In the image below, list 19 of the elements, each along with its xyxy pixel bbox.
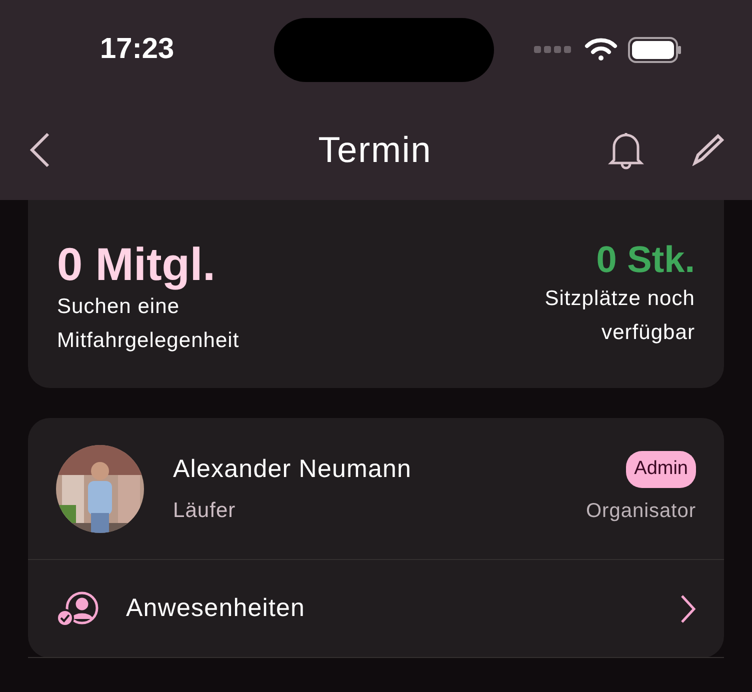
badge-caption: Organisator [586, 498, 696, 524]
organizer-role: Läufer [173, 498, 237, 524]
chevron-right-icon [680, 594, 696, 624]
back-button[interactable] [28, 132, 52, 168]
bell-button[interactable] [608, 130, 644, 170]
menu-row[interactable]: Anwesenheiten [28, 560, 724, 658]
members-count: 0 Mitgl. [57, 238, 216, 290]
status-time: 17:23 [100, 32, 174, 68]
nav-title: Termin [317, 128, 433, 172]
signal-icon [534, 46, 574, 54]
admin-badge: Admin [626, 451, 696, 488]
edit-button[interactable] [692, 134, 724, 166]
person-check-icon [56, 590, 100, 626]
wifi-icon [584, 38, 618, 62]
organizer-name: Alexander Neumann [173, 454, 413, 485]
seats-caption: Sitzplätze noch verfügbar [544, 286, 695, 346]
seats-count: 0 Stk. [596, 238, 695, 282]
members-caption: Suchen eine Mitfahrgelegenheit [57, 294, 240, 354]
battery-icon [628, 37, 682, 63]
